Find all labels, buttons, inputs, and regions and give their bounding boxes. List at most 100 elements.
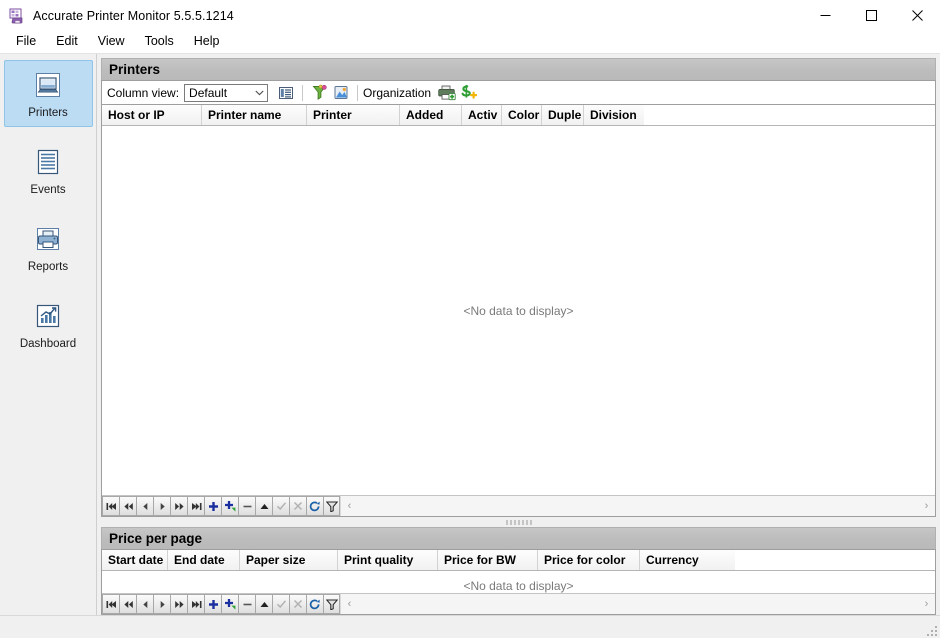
column-header-start-date[interactable]: Start date [102,550,168,570]
sidebar-item-printers[interactable]: Printers [3,60,93,127]
add-printer-icon[interactable] [437,83,457,103]
price-horizontal-scrollbar[interactable]: ‹ › [340,594,935,614]
toolbar-separator [357,84,359,101]
column-header-paper-size[interactable]: Paper size [240,550,338,570]
next-record-button[interactable] [153,594,170,614]
lines-events-icon [31,145,65,179]
window-controls [802,0,940,31]
price-per-page-panel: Price per page Start date End date Paper… [101,527,936,615]
scroll-left-icon[interactable]: ‹ [341,497,358,515]
scroll-left-icon[interactable]: ‹ [341,595,358,613]
column-header-print-quality[interactable]: Print quality [338,550,438,570]
price-grid: Start date End date Paper size Print qua… [101,549,936,615]
prior-record-button[interactable] [136,594,153,614]
insert-child-record-button[interactable] [221,496,238,516]
next-page-button[interactable] [170,594,187,614]
main-body: Printers Events Reports Dashboard Printe… [0,54,940,615]
price-navigator: ‹ › [102,593,935,614]
menu-edit[interactable]: Edit [46,32,88,52]
first-record-button[interactable] [102,594,119,614]
price-navigator-buttons [102,594,340,614]
price-section-header: Price per page [101,527,936,549]
first-record-button[interactable] [102,496,119,516]
last-record-button[interactable] [187,594,204,614]
printers-navigator: ‹ › [102,495,935,516]
delete-record-button[interactable] [238,594,255,614]
filter-button[interactable] [323,496,340,516]
price-grid-body[interactable]: <No data to display> [102,571,935,593]
printers-toolbar: Column view: Default Organization [101,80,936,104]
column-header-host-or-ip[interactable]: Host or IP [102,105,202,125]
price-money-icon[interactable] [459,83,479,103]
column-header-currency[interactable]: Currency [640,550,735,570]
delete-record-button[interactable] [238,496,255,516]
sidebar-item-events[interactable]: Events [4,137,93,204]
post-edit-button[interactable] [272,594,289,614]
next-record-button[interactable] [153,496,170,516]
sidebar-item-reports[interactable]: Reports [4,214,93,281]
column-view-label: Column view: [107,85,180,100]
cancel-edit-button[interactable] [289,594,306,614]
monitor-printers-icon [31,68,65,102]
panel-splitter[interactable] [101,517,936,527]
expand-button[interactable] [255,594,272,614]
last-record-button[interactable] [187,496,204,516]
prior-page-button[interactable] [119,496,136,516]
printers-horizontal-scrollbar[interactable]: ‹ › [340,496,935,516]
chevron-down-icon [251,90,267,96]
filter-editor-icon[interactable] [309,83,329,103]
expand-button[interactable] [255,496,272,516]
column-header-printer[interactable]: Printer [307,105,400,125]
scroll-right-icon[interactable]: › [918,595,935,613]
filter-button[interactable] [323,594,340,614]
printers-navigator-buttons [102,496,340,516]
status-bar [0,615,940,638]
maximize-button[interactable] [848,0,894,31]
column-header-end-date[interactable]: End date [168,550,240,570]
insert-child-record-button[interactable] [221,594,238,614]
menu-view[interactable]: View [88,32,135,52]
refresh-button[interactable] [306,496,323,516]
column-header-printer-name[interactable]: Printer name [202,105,307,125]
column-header-division[interactable]: Division [584,105,644,125]
close-button[interactable] [894,0,940,31]
column-header-price-for-bw[interactable]: Price for BW [438,550,538,570]
menu-tools[interactable]: Tools [135,32,184,52]
column-header-active[interactable]: Activ [462,105,502,125]
menu-file[interactable]: File [6,32,46,52]
prior-record-button[interactable] [136,496,153,516]
toolbar-separator [302,84,304,101]
cancel-edit-button[interactable] [289,496,306,516]
sidebar-item-dashboard[interactable]: Dashboard [4,291,93,358]
menu-help[interactable]: Help [184,32,230,52]
printers-grid: Host or IP Printer name Printer Added Ac… [101,104,936,517]
organization-label: Organization [363,85,432,100]
column-header-added[interactable]: Added [400,105,462,125]
refresh-button[interactable] [306,594,323,614]
resize-grip-icon[interactable] [925,624,937,636]
price-empty-message: <No data to display> [463,579,574,593]
printers-empty-message: <No data to display> [463,303,574,318]
menu-bar: File Edit View Tools Help [0,31,940,54]
column-header-price-for-color[interactable]: Price for color [538,550,640,570]
column-view-select[interactable]: Default [184,83,269,102]
insert-record-button[interactable] [204,594,221,614]
export-icon[interactable] [331,83,351,103]
sidebar-item-label: Events [30,183,66,196]
title-bar: Accurate Printer Monitor 5.5.5.1214 [0,0,940,31]
sidebar-item-label: Dashboard [19,337,77,350]
column-chooser-icon[interactable] [276,83,296,103]
printer-app-icon [9,8,25,24]
scroll-right-icon[interactable]: › [918,497,935,515]
insert-record-button[interactable] [204,496,221,516]
window-title: Accurate Printer Monitor 5.5.5.1214 [33,8,234,23]
column-header-color[interactable]: Color [502,105,542,125]
column-header-duplex[interactable]: Duple [542,105,584,125]
prior-page-button[interactable] [119,594,136,614]
minimize-button[interactable] [802,0,848,31]
printers-grid-body[interactable]: <No data to display> [102,126,935,495]
post-edit-button[interactable] [272,496,289,516]
next-page-button[interactable] [170,496,187,516]
sidebar-item-label: Printers [28,106,68,119]
printers-grid-header: Host or IP Printer name Printer Added Ac… [102,105,935,126]
